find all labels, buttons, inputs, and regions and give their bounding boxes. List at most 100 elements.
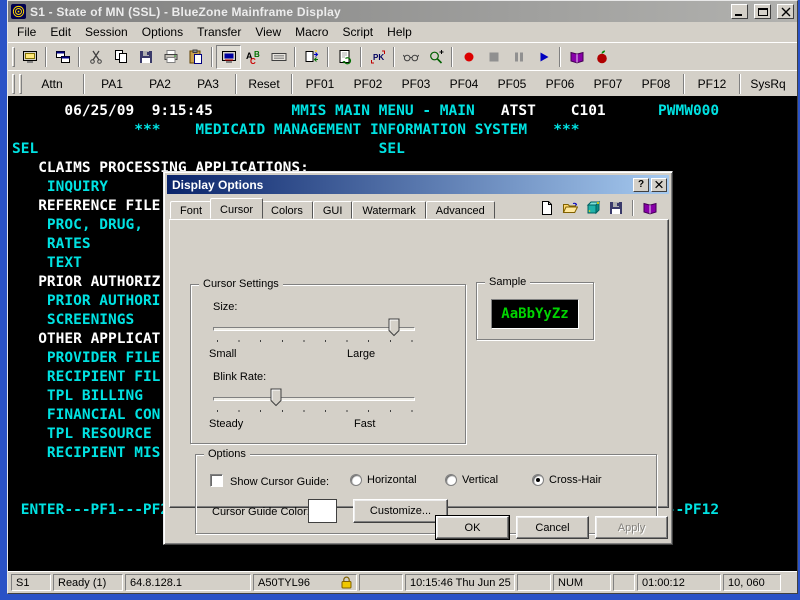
script-button[interactable] <box>332 45 357 69</box>
sample-preview: AaBbYyZz <box>491 299 579 329</box>
new-button[interactable] <box>538 200 556 216</box>
fkey-pf07[interactable]: PF07 <box>584 77 632 91</box>
radio-cross-hair[interactable]: Cross-Hair <box>532 474 602 486</box>
open-button[interactable] <box>561 200 579 216</box>
blink-rate-slider-thumb[interactable] <box>270 388 282 407</box>
fkey-pf02[interactable]: PF02 <box>344 77 392 91</box>
dialog-help-button[interactable]: ? <box>633 178 649 192</box>
paste-button[interactable] <box>183 45 208 69</box>
cancel-button[interactable]: Cancel <box>516 516 589 539</box>
customize-button[interactable]: Customize... <box>353 499 448 523</box>
play-button[interactable] <box>531 45 556 69</box>
glasses-button[interactable] <box>398 45 423 69</box>
apply-button[interactable]: Apply <box>595 516 668 539</box>
tab-font[interactable]: Font <box>170 201 212 219</box>
cut-button[interactable] <box>83 45 108 69</box>
save-button[interactable] <box>607 200 625 216</box>
terminal-line: PROVIDER FILE <box>47 350 161 366</box>
window-title: S1 - State of MN (SSL) - BlueZone Mainfr… <box>30 5 725 19</box>
radio-horizontal[interactable]: Horizontal <box>350 474 417 486</box>
radio-vertical[interactable]: Vertical <box>445 474 498 486</box>
title-bar[interactable]: S1 - State of MN (SSL) - BlueZone Mainfr… <box>8 1 797 22</box>
terminal-line: PROC, DRUG, <box>47 217 143 233</box>
blink-rate-slider-ticks <box>217 410 413 412</box>
fkeybar-grip[interactable] <box>12 74 15 94</box>
fkey-attn[interactable]: Attn <box>24 77 80 91</box>
menu-session[interactable]: Session <box>78 23 135 41</box>
apple-button[interactable] <box>589 45 614 69</box>
tab-advanced[interactable]: Advanced <box>426 201 495 219</box>
font-button[interactable]: ABC <box>241 45 266 69</box>
menu-file[interactable]: File <box>10 23 43 41</box>
tab-watermark[interactable]: Watermark <box>352 201 425 219</box>
stop-button[interactable] <box>481 45 506 69</box>
pk-button[interactable]: PK <box>365 45 390 69</box>
record-button[interactable] <box>456 45 481 69</box>
wizard-button[interactable] <box>584 200 602 216</box>
fkey-pa1[interactable]: PA1 <box>88 77 136 91</box>
dialog-close-button[interactable] <box>651 178 667 192</box>
display-button[interactable] <box>216 45 241 69</box>
print-button[interactable] <box>158 45 183 69</box>
menu-view[interactable]: View <box>248 23 288 41</box>
terminal-line: TPL RESOURCE <box>47 426 152 442</box>
dialog-title-bar[interactable]: Display Options ? <box>167 175 669 194</box>
show-cursor-guide-checkbox[interactable] <box>210 474 223 487</box>
minimize-button[interactable] <box>731 4 748 19</box>
menu-options[interactable]: Options <box>135 23 190 41</box>
fkey-separator <box>235 74 237 94</box>
tab-cursor[interactable]: Cursor <box>210 198 263 219</box>
toolbar-separator <box>559 47 561 67</box>
terminal-line: PRIOR AUTHORI <box>47 293 161 309</box>
save-button[interactable] <box>133 45 158 69</box>
radio-button-icon <box>350 474 362 486</box>
menu-transfer[interactable]: Transfer <box>190 23 248 41</box>
fkey-pa3[interactable]: PA3 <box>184 77 232 91</box>
book-button[interactable] <box>641 200 659 216</box>
fkey-pa2[interactable]: PA2 <box>136 77 184 91</box>
windows-button[interactable] <box>50 45 75 69</box>
bluezone-app-icon[interactable] <box>11 4 26 19</box>
terminal-line: INQUIRY <box>47 179 108 195</box>
fkey-pf06[interactable]: PF06 <box>536 77 584 91</box>
fkey-pf12[interactable]: PF12 <box>688 77 736 91</box>
menu-macro[interactable]: Macro <box>288 23 335 41</box>
menu-edit[interactable]: Edit <box>43 23 78 41</box>
tab-gui[interactable]: GUI <box>313 201 353 219</box>
transfer-button[interactable] <box>299 45 324 69</box>
fkey-pf03[interactable]: PF03 <box>392 77 440 91</box>
fkey-pf01[interactable]: PF01 <box>296 77 344 91</box>
pause-button[interactable] <box>506 45 531 69</box>
zoom-button[interactable] <box>423 45 448 69</box>
font-icon: ABC <box>246 49 262 65</box>
fkey-pf05[interactable]: PF05 <box>488 77 536 91</box>
book-button[interactable] <box>564 45 589 69</box>
tab-colors[interactable]: Colors <box>261 201 313 219</box>
ok-button[interactable]: OK <box>436 516 509 539</box>
fkeybar-grip[interactable] <box>19 74 22 94</box>
menu-help[interactable]: Help <box>380 23 419 41</box>
close-button[interactable] <box>777 4 794 19</box>
cursor-guide-color-swatch[interactable] <box>308 499 337 523</box>
size-slider-track[interactable] <box>213 327 415 331</box>
toolbar-grip[interactable] <box>12 47 15 67</box>
display-icon <box>221 49 237 65</box>
dialog-tab-strip: FontCursorColorsGUIWatermarkAdvanced <box>170 198 495 219</box>
fkey-reset[interactable]: Reset <box>240 77 288 91</box>
fkey-pf04[interactable]: PF04 <box>440 77 488 91</box>
blink-rate-slider-track[interactable] <box>213 397 415 401</box>
fkey-sysrq[interactable]: SysRq <box>744 77 792 91</box>
menu-script[interactable]: Script <box>335 23 380 41</box>
terminal-line: 06/25/09 9:15:45 MMIS MAIN MENU - MAIN A… <box>64 103 719 119</box>
size-slider-thumb[interactable] <box>388 318 400 337</box>
session-button[interactable] <box>17 45 42 69</box>
copy-button[interactable] <box>108 45 133 69</box>
maximize-button[interactable] <box>754 4 771 19</box>
keyboard-icon <box>271 49 287 65</box>
status-text: 01:00:12 <box>642 577 685 589</box>
terminal-line: TPL BILLING <box>47 388 143 404</box>
size-label: Size: <box>213 301 237 313</box>
keyboard-button[interactable] <box>266 45 291 69</box>
fkey-pf08[interactable]: PF08 <box>632 77 680 91</box>
status-text: 64.8.128.1 <box>130 577 182 589</box>
